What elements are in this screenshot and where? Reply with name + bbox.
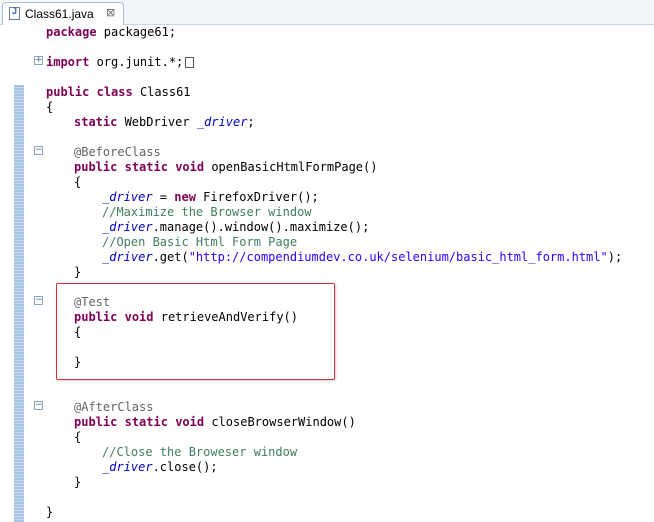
code-line-field: static WebDriver _driver;	[74, 115, 255, 129]
code-line-method: public static void closeBrowserWindow()	[74, 415, 356, 429]
highlight-annotation-box	[56, 283, 335, 380]
code-line: _driver.close();	[102, 460, 218, 474]
occurrence-bar	[14, 85, 24, 522]
java-file-icon	[9, 6, 20, 20]
close-tab-icon[interactable]: ⊠	[106, 6, 115, 19]
code-line: {	[74, 430, 82, 444]
editor-gutter	[0, 25, 32, 522]
collapse-beforeclass-icon[interactable]: −	[34, 146, 43, 155]
source-code[interactable]: package package61; import org.junit.*; p…	[46, 25, 654, 522]
code-editor[interactable]: + − − − package package61; import org.ju…	[0, 25, 654, 522]
code-line: {	[46, 100, 54, 114]
code-line-comment: //Close the Broweser window	[102, 445, 298, 459]
code-line-annotation: @AfterClass	[74, 400, 154, 414]
code-line-import: import org.junit.*;	[46, 55, 195, 70]
tab-class61-java[interactable]: Class61.java ⊠	[2, 2, 124, 25]
editor-tab-bar: Class61.java ⊠	[0, 0, 654, 25]
code-line: _driver.manage().window().maximize();	[102, 220, 370, 234]
code-line: }	[74, 265, 82, 279]
code-line: }	[46, 505, 54, 519]
collapse-test-icon[interactable]: −	[34, 296, 43, 305]
expand-import-icon[interactable]: +	[34, 56, 43, 65]
tab-label: Class61.java	[25, 7, 94, 21]
code-line: }	[74, 475, 82, 489]
code-line-comment: //Open Basic Html Form Page	[102, 235, 298, 249]
code-line-class: public class Class61	[46, 85, 191, 99]
code-line-comment: //Maximize the Browser window	[102, 205, 312, 219]
code-line: _driver.get("http://compendiumdev.co.uk/…	[102, 250, 623, 264]
code-line: {	[74, 175, 82, 189]
folded-code-icon[interactable]	[185, 57, 195, 68]
collapse-afterclass-icon[interactable]: −	[34, 401, 43, 410]
code-line-method: public static void openBasicHtmlFormPage…	[74, 160, 378, 174]
code-line-annotation: @BeforeClass	[74, 145, 161, 159]
code-line-package: package package61;	[46, 25, 177, 39]
code-line: _driver = new FirefoxDriver();	[102, 190, 319, 204]
